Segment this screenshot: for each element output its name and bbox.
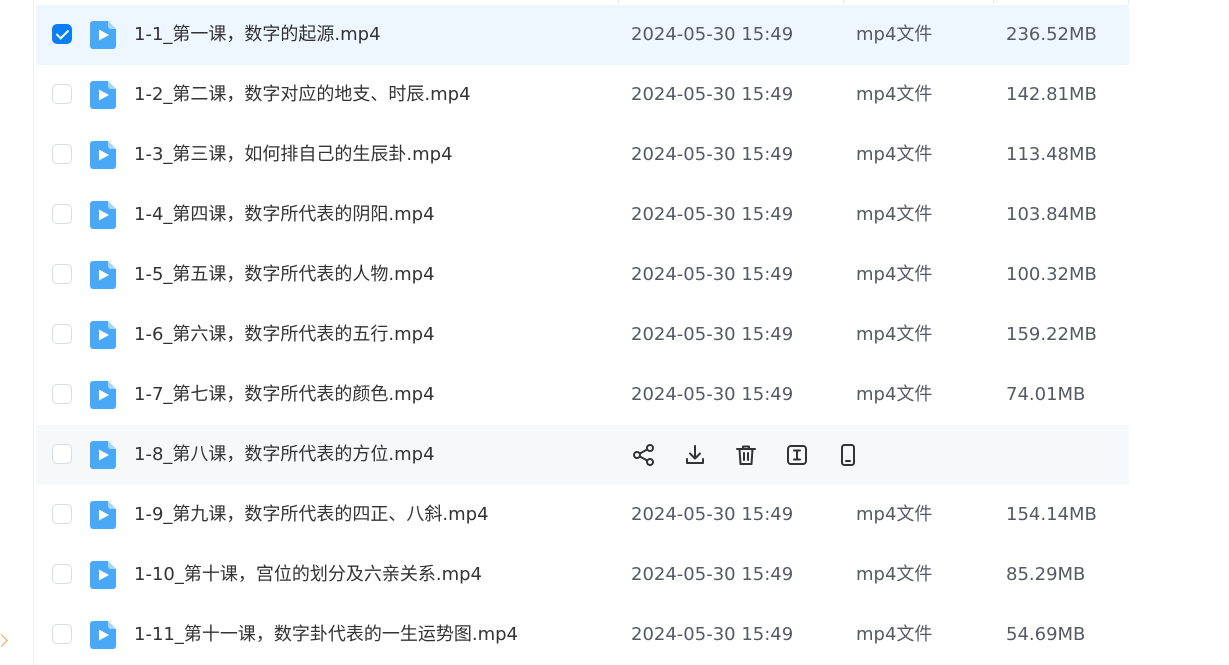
checkbox[interactable]: [52, 144, 72, 164]
modified-date: 2024-05-30 15:49: [631, 504, 794, 525]
video-file-icon: [90, 621, 116, 649]
share-icon: [633, 444, 654, 466]
file-row[interactable]: 1-1_第一课，数字的起源.mp4 2024-05-30 15:49 mp4文件…: [36, 5, 1129, 65]
file-name[interactable]: 1-9_第九课，数字所代表的四正、八斜.mp4: [134, 485, 489, 545]
header-divider[interactable]: [843, 0, 844, 4]
modified-date: 2024-05-30 15:49: [631, 144, 794, 165]
modified-date: 2024-05-30 15:49: [631, 384, 794, 405]
file-name[interactable]: 1-7_第七课，数字所代表的颜色.mp4: [134, 365, 435, 425]
rename-button[interactable]: [784, 442, 810, 468]
video-file-icon: [90, 321, 116, 349]
send-to-phone-button[interactable]: [835, 442, 861, 468]
modified-date: 2024-05-30 15:49: [631, 324, 794, 345]
video-file-icon: [90, 381, 116, 409]
rename-icon: [787, 445, 807, 465]
file-row[interactable]: 1-3_第三课，如何排自己的生辰卦.mp4 2024-05-30 15:49 m…: [36, 125, 1129, 185]
file-type: mp4文件: [856, 84, 933, 105]
chevron-right-icon[interactable]: [0, 634, 8, 647]
video-file-icon: [90, 501, 116, 529]
checkbox[interactable]: [52, 324, 72, 344]
modified-date: 2024-05-30 15:49: [631, 204, 794, 225]
file-list: 1-1_第一课，数字的起源.mp4 2024-05-30 15:49 mp4文件…: [36, 5, 1129, 665]
file-size: 154.14MB: [1006, 504, 1097, 525]
video-file-icon: [90, 201, 116, 229]
file-row[interactable]: 1-10_第十课，宫位的划分及六亲关系.mp4 2024-05-30 15:49…: [36, 545, 1129, 605]
modified-date: 2024-05-30 15:49: [631, 564, 794, 585]
file-name[interactable]: 1-6_第六课，数字所代表的五行.mp4: [134, 305, 435, 365]
file-size: 113.48MB: [1006, 144, 1097, 165]
file-type: mp4文件: [856, 504, 933, 525]
download-icon: [686, 445, 704, 464]
file-type: mp4文件: [856, 384, 933, 405]
file-type: mp4文件: [856, 624, 933, 645]
checkbox[interactable]: [52, 84, 72, 104]
header-divider[interactable]: [993, 0, 994, 4]
download-button[interactable]: [682, 442, 708, 468]
checkbox[interactable]: [52, 624, 72, 644]
file-type: mp4文件: [856, 564, 933, 585]
header-divider[interactable]: [1128, 0, 1129, 4]
file-type: mp4文件: [856, 144, 933, 165]
delete-button[interactable]: [733, 442, 759, 468]
delete-icon: [736, 445, 756, 465]
checkbox[interactable]: [52, 264, 72, 284]
file-size: 54.69MB: [1006, 624, 1086, 645]
file-name[interactable]: 1-4_第四课，数字所代表的阴阳.mp4: [134, 185, 435, 245]
file-row[interactable]: 1-7_第七课，数字所代表的颜色.mp4 2024-05-30 15:49 mp…: [36, 365, 1129, 425]
checkbox[interactable]: [52, 564, 72, 584]
file-row[interactable]: 1-11_第十一课，数字卦代表的一生运势图.mp4 2024-05-30 15:…: [36, 605, 1129, 665]
header-divider[interactable]: [618, 0, 619, 4]
file-name[interactable]: 1-1_第一课，数字的起源.mp4: [134, 5, 381, 65]
file-row[interactable]: 1-5_第五课，数字所代表的人物.mp4 2024-05-30 15:49 mp…: [36, 245, 1129, 305]
modified-date: 2024-05-30 15:49: [631, 624, 794, 645]
modified-date: 2024-05-30 15:49: [631, 264, 794, 285]
share-button[interactable]: [631, 442, 657, 468]
file-size: 85.29MB: [1006, 564, 1086, 585]
file-size: 142.81MB: [1006, 84, 1097, 105]
file-type: mp4文件: [856, 204, 933, 225]
video-file-icon: [90, 81, 116, 109]
file-size: 100.32MB: [1006, 264, 1097, 285]
video-file-icon: [90, 441, 116, 469]
video-file-icon: [90, 21, 116, 49]
file-size: 159.22MB: [1006, 324, 1097, 345]
column-header-dividers: [0, 0, 1229, 4]
file-row[interactable]: 1-4_第四课，数字所代表的阴阳.mp4 2024-05-30 15:49 mp…: [36, 185, 1129, 245]
checkbox[interactable]: [52, 384, 72, 404]
file-name[interactable]: 1-5_第五课，数字所代表的人物.mp4: [134, 245, 435, 305]
file-name[interactable]: 1-8_第八课，数字所代表的方位.mp4: [134, 425, 435, 485]
file-type: mp4文件: [856, 24, 933, 45]
checkbox[interactable]: [52, 204, 72, 224]
sidebar-edge: [0, 0, 34, 665]
video-file-icon: [90, 141, 116, 169]
file-name[interactable]: 1-10_第十课，宫位的划分及六亲关系.mp4: [134, 545, 482, 605]
file-size: 74.01MB: [1006, 384, 1086, 405]
file-row[interactable]: 1-2_第二课，数字对应的地支、时辰.mp4 2024-05-30 15:49 …: [36, 65, 1129, 125]
file-row[interactable]: 1-8_第八课，数字所代表的方位.mp4: [36, 425, 1129, 485]
file-name[interactable]: 1-11_第十一课，数字卦代表的一生运势图.mp4: [134, 605, 518, 665]
file-row[interactable]: 1-6_第六课，数字所代表的五行.mp4 2024-05-30 15:49 mp…: [36, 305, 1129, 365]
video-file-icon: [90, 561, 116, 589]
file-size: 103.84MB: [1006, 204, 1097, 225]
file-type: mp4文件: [856, 324, 933, 345]
file-row[interactable]: 1-9_第九课，数字所代表的四正、八斜.mp4 2024-05-30 15:49…: [36, 485, 1129, 545]
video-file-icon: [90, 261, 116, 289]
modified-date: 2024-05-30 15:49: [631, 24, 794, 45]
file-name[interactable]: 1-3_第三课，如何排自己的生辰卦.mp4: [134, 125, 453, 185]
checkbox[interactable]: [52, 444, 72, 464]
file-size: 236.52MB: [1006, 24, 1097, 45]
checkbox[interactable]: [52, 504, 72, 524]
file-type: mp4文件: [856, 264, 933, 285]
modified-date: 2024-05-30 15:49: [631, 84, 794, 105]
send-to-phone-icon: [841, 444, 855, 466]
file-name[interactable]: 1-2_第二课，数字对应的地支、时辰.mp4: [134, 65, 471, 125]
checkbox[interactable]: [52, 24, 72, 44]
